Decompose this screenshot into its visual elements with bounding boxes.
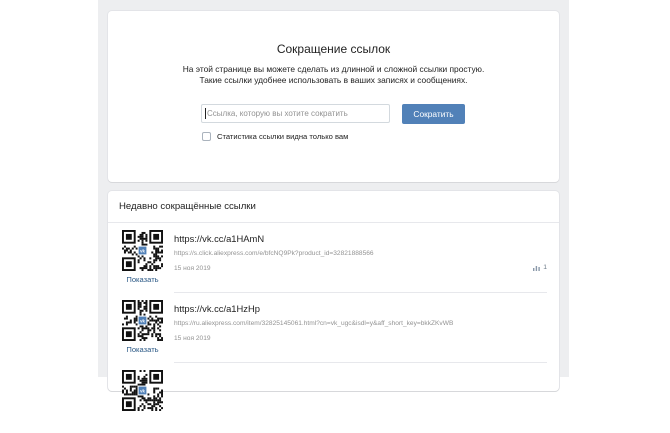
list-item: vk — [108, 363, 559, 433]
recent-links-header: Недавно сокращённые ссылки — [108, 191, 559, 223]
original-url[interactable]: https://ru.aliexpress.com/item/328251450… — [174, 320, 453, 327]
private-stats-label: Статистика ссылки видна только вам — [217, 131, 349, 141]
bar-chart-icon — [533, 265, 541, 271]
recent-links-title: Недавно сокращённые ссылки — [119, 201, 256, 212]
link-stats[interactable]: 1 — [533, 264, 547, 271]
page-description: На этой странице вы можете сделать из дл… — [108, 64, 559, 86]
text-caret — [205, 108, 206, 119]
url-input[interactable] — [201, 104, 390, 123]
qr-code-icon[interactable]: vk — [122, 370, 163, 411]
private-stats-checkbox[interactable] — [202, 131, 211, 141]
link-date: 15 ноя 2019 — [174, 335, 211, 342]
recent-links-panel: Недавно сокращённые ссылки vk Показать h… — [108, 191, 559, 411]
description-line-1: На этой странице вы можете сделать из дл… — [182, 64, 485, 74]
views-count: 1 — [543, 264, 547, 271]
short-url[interactable]: https://vk.cc/a1HAmN — [174, 233, 264, 244]
show-qr-link[interactable]: Показать — [122, 345, 163, 354]
original-url[interactable]: https://s.click.aliexpress.com/e/bfcNQ9P… — [174, 250, 374, 257]
link-shortener-panel: Сокращение ссылок На этой странице вы мо… — [108, 11, 559, 182]
qr-code-icon[interactable]: vk — [122, 230, 163, 271]
svg-text:vk: vk — [140, 319, 145, 324]
svg-text:vk: vk — [140, 249, 145, 254]
svg-text:vk: vk — [140, 389, 145, 394]
link-date: 15 ноя 2019 — [174, 265, 211, 272]
qr-code-icon[interactable]: vk — [122, 300, 163, 341]
list-item: vk Показать https://vk.cc/a1HAmN https:/… — [108, 223, 559, 293]
description-line-2: Такие ссылки удобнее использовать в ваши… — [199, 75, 468, 85]
shorten-button[interactable]: Сократить — [402, 104, 465, 124]
short-url[interactable]: https://vk.cc/a1HzHp — [174, 303, 260, 314]
page-title: Сокращение ссылок — [276, 42, 391, 56]
show-qr-link[interactable]: Показать — [122, 275, 163, 284]
list-item: vk Показать https://vk.cc/a1HzHp https:/… — [108, 293, 559, 363]
private-stats-checkbox-row[interactable]: Статистика ссылки видна только вам — [202, 131, 348, 141]
